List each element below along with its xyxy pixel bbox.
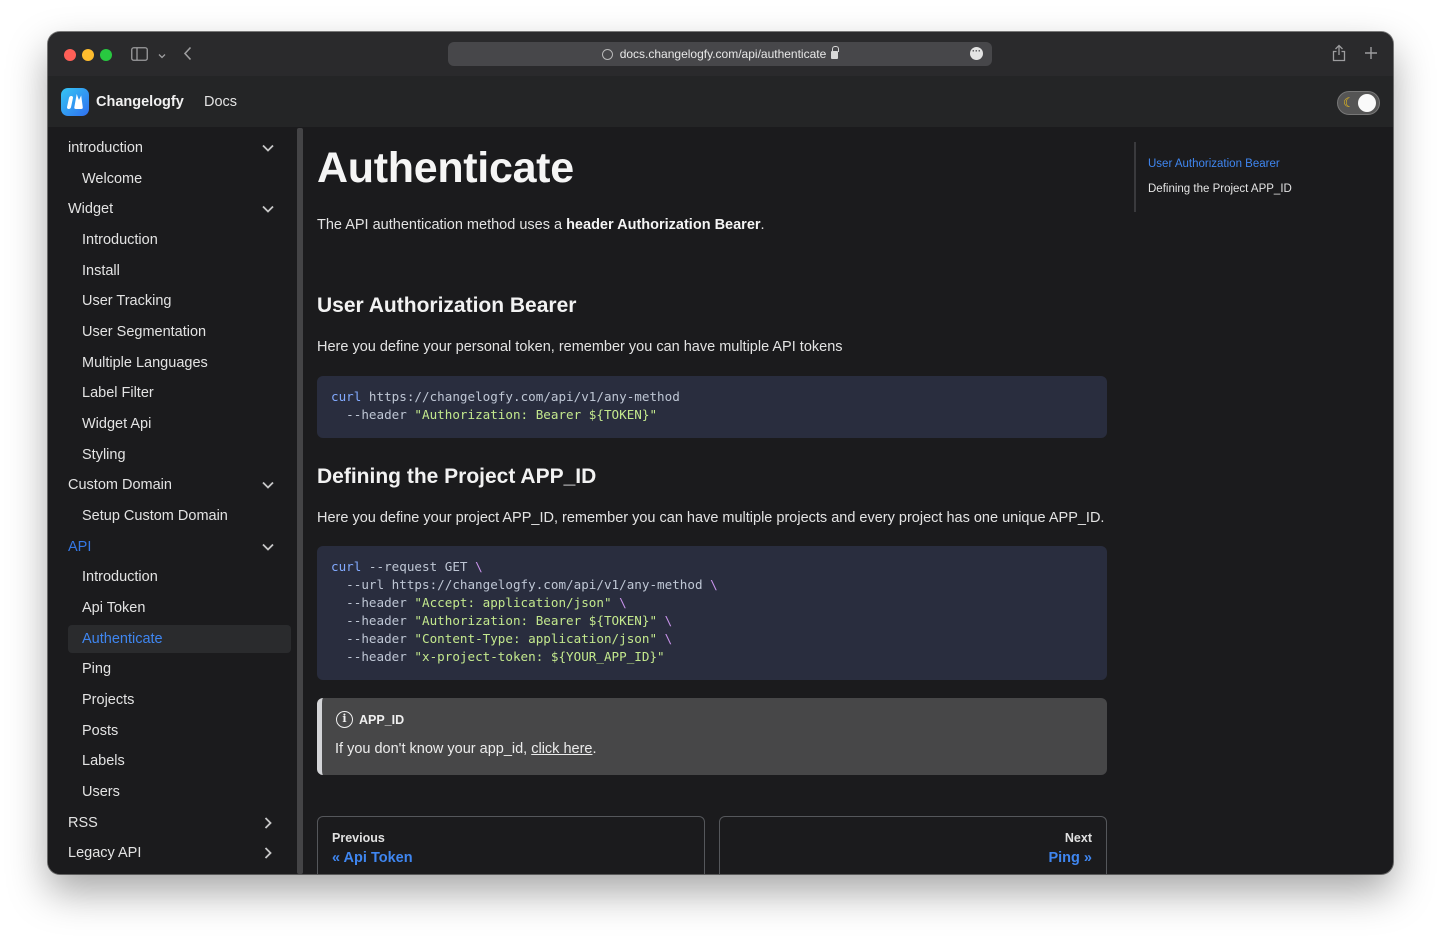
chevron-down-icon[interactable] — [158, 48, 166, 62]
changelogfy-logo[interactable] — [61, 88, 89, 116]
chevron-right-icon[interactable] — [260, 845, 276, 861]
section1-text: Here you define your personal token, rem… — [317, 339, 843, 355]
chevron-down-icon[interactable] — [260, 140, 276, 156]
sidebar-category-custom-domain[interactable]: Custom Domain — [68, 472, 172, 498]
toc-border — [1134, 142, 1136, 212]
section-heading-user-authorization-bearer: User Authorization Bearer — [317, 294, 577, 317]
address-bar[interactable]: docs.changelogfy.com/api/authenticate ··… — [448, 42, 992, 66]
maximize-window-button[interactable] — [100, 49, 112, 61]
sidebar-item-label-filter[interactable]: Label Filter — [82, 380, 154, 406]
chevron-down-icon[interactable] — [260, 539, 276, 555]
section-heading-defining-project-app-id: Defining the Project APP_ID — [317, 465, 597, 488]
code-block-bearer[interactable]: curl https://changelogfy.com/api/v1/any-… — [317, 376, 1107, 438]
admonition-title: APP_ID — [359, 713, 405, 727]
site-header: Changelogfy Docs ☾ — [48, 76, 1393, 128]
page-title: Authenticate — [317, 144, 574, 192]
toc-item-defining-project-app-id[interactable]: Defining the Project APP_ID — [1148, 181, 1292, 197]
sidebar-scrollbar[interactable] — [297, 128, 303, 874]
sidebar-item-setup-custom-domain[interactable]: Setup Custom Domain — [82, 503, 228, 529]
sidebar-item-styling[interactable]: Styling — [82, 442, 126, 468]
click-here-link[interactable]: click here — [531, 741, 592, 757]
new-tab-icon[interactable] — [1364, 46, 1378, 62]
brand-name[interactable]: Changelogfy — [96, 94, 184, 110]
theme-toggle[interactable]: ☾ — [1337, 91, 1380, 115]
sidebar-item-user-tracking[interactable]: User Tracking — [82, 288, 171, 314]
moon-icon: ☾ — [1343, 95, 1355, 110]
intro-bold: header Authorization Bearer — [566, 217, 761, 233]
lock-icon — [831, 46, 840, 59]
share-icon[interactable] — [1332, 44, 1346, 64]
sidebar-item-welcome[interactable]: Welcome — [82, 166, 142, 192]
sidebar-category-api[interactable]: API — [68, 534, 91, 560]
pager-previous-sub: Previous — [332, 831, 385, 845]
intro-paragraph: The API authentication method uses a hea… — [317, 217, 765, 233]
pager-previous-label: « Api Token — [332, 850, 413, 866]
sidebar-item-install[interactable]: Install — [82, 258, 120, 284]
chevron-down-icon[interactable] — [260, 477, 276, 493]
browser-titlebar: docs.changelogfy.com/api/authenticate ··… — [48, 32, 1393, 76]
sidebar-category-rss[interactable]: RSS — [68, 810, 98, 836]
sidebar-toggle-icon[interactable] — [131, 47, 148, 63]
doc-content: Authenticate The API authentication meth… — [317, 128, 1107, 874]
section2-text: Here you define your project APP_ID, rem… — [317, 510, 1105, 526]
admonition-text: If you don't know your app_id, click her… — [335, 741, 597, 757]
code-block-app-id[interactable]: curl --request GET \ --url https://chang… — [317, 546, 1107, 680]
more-icon[interactable]: ··· — [970, 47, 983, 60]
sidebar-item-authenticate[interactable]: Authenticate — [68, 625, 291, 653]
toggle-knob — [1358, 94, 1376, 112]
nav-docs-link[interactable]: Docs — [204, 94, 237, 110]
sidebar-item-ping[interactable]: Ping — [82, 656, 111, 682]
sidebar-item-multiple-languages[interactable]: Multiple Languages — [82, 350, 208, 376]
pager-next-label: Ping » — [1048, 850, 1092, 866]
sidebar-item-widget-api[interactable]: Widget Api — [82, 411, 151, 437]
sidebar-category-legacy-api[interactable]: Legacy API — [68, 840, 141, 866]
sidebar-item-user-segmentation[interactable]: User Segmentation — [82, 319, 206, 345]
back-icon[interactable] — [183, 46, 193, 63]
pager-next[interactable]: Next Ping » — [719, 816, 1107, 874]
chevron-right-icon[interactable] — [260, 815, 276, 831]
sidebar-category-introduction[interactable]: introduction — [68, 135, 143, 161]
sidebar-item-widget-introduction[interactable]: Introduction — [82, 227, 158, 253]
chevron-down-icon[interactable] — [260, 201, 276, 217]
sidebar-item-users[interactable]: Users — [82, 779, 120, 805]
toc-item-user-authorization-bearer[interactable]: User Authorization Bearer — [1148, 156, 1280, 172]
sidebar-item-projects[interactable]: Projects — [82, 687, 134, 713]
sidebar-category-widget[interactable]: Widget — [68, 196, 113, 222]
sidebar-item-api-token[interactable]: Api Token — [82, 595, 145, 621]
info-admonition: i APP_ID If you don't know your app_id, … — [317, 698, 1107, 775]
info-icon: i — [336, 711, 353, 728]
pager-previous[interactable]: Previous « Api Token — [317, 816, 705, 874]
close-window-button[interactable] — [64, 49, 76, 61]
globe-icon — [601, 48, 613, 60]
sidebar-nav: introduction Welcome Widget Introduction… — [48, 128, 298, 874]
sidebar-item-api-introduction[interactable]: Introduction — [82, 564, 158, 590]
pager-next-sub: Next — [1064, 831, 1092, 845]
minimize-window-button[interactable] — [82, 49, 94, 61]
sidebar-item-posts[interactable]: Posts — [82, 718, 118, 744]
sidebar-item-labels[interactable]: Labels — [82, 748, 125, 774]
url-text: docs.changelogfy.com/api/authenticate — [619, 47, 827, 61]
browser-window: docs.changelogfy.com/api/authenticate ··… — [48, 32, 1393, 874]
